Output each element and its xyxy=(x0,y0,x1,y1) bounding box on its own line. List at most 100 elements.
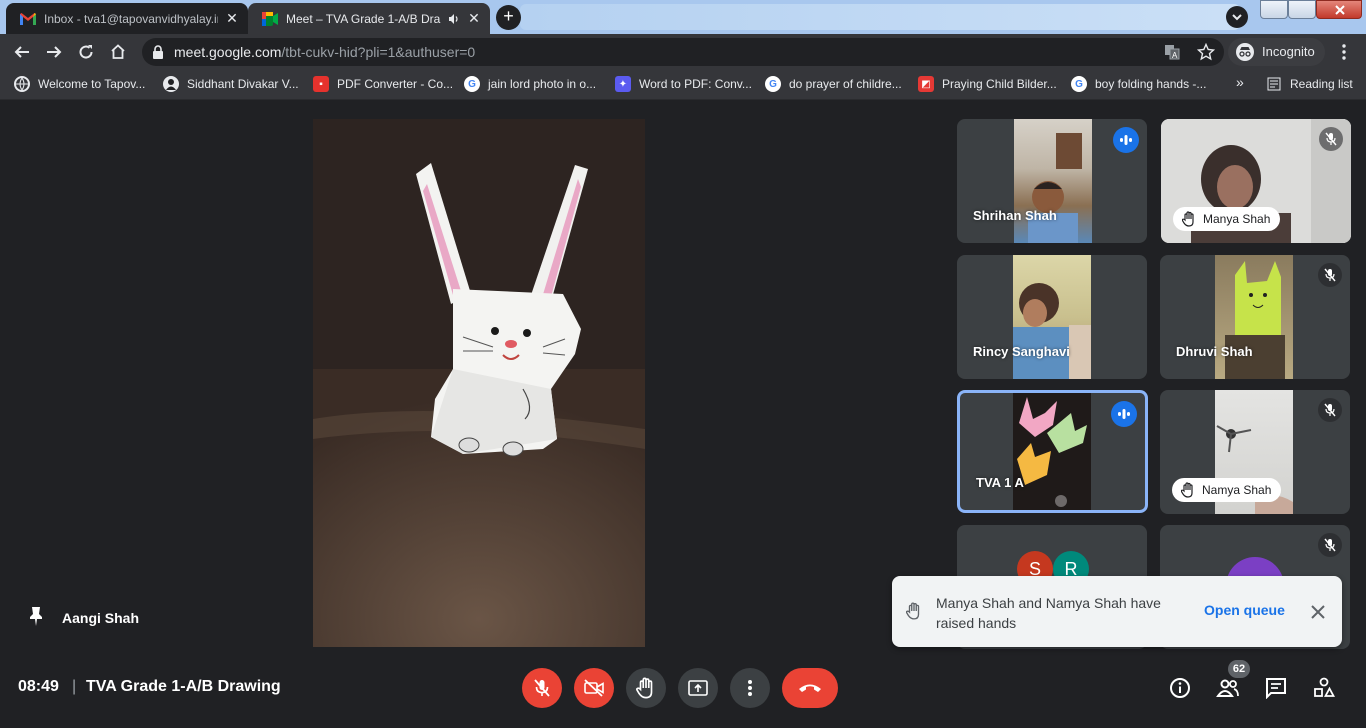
globe-icon xyxy=(14,76,30,92)
tab-search-icon[interactable] xyxy=(1226,6,1248,28)
mic-toggle-button[interactable] xyxy=(522,668,562,708)
people-icon[interactable] xyxy=(1216,676,1240,700)
bookmark-item[interactable]: Siddhant Divakar V... xyxy=(163,76,299,92)
participant-tile[interactable]: Shrihan Shah xyxy=(957,119,1147,243)
participant-name: Manya Shah xyxy=(1203,212,1271,226)
forward-icon[interactable] xyxy=(42,40,66,64)
participant-tile-active[interactable]: TVA 1 A xyxy=(957,390,1148,513)
bookmark-item[interactable]: G boy folding hands -... xyxy=(1071,76,1206,92)
bookmark-label: Word to PDF: Conv... xyxy=(639,77,752,91)
browser-toolbar: meet.google.com/tbt-cukv-hid?pli=1&authu… xyxy=(0,34,1366,69)
new-tab-button[interactable]: + xyxy=(496,5,521,30)
meet-icon xyxy=(262,11,278,27)
bookmark-label: do prayer of childre... xyxy=(789,77,902,91)
bookmark-item[interactable]: ▪ PDF Converter - Co... xyxy=(313,76,453,92)
star-icon[interactable] xyxy=(1196,42,1216,66)
home-icon[interactable] xyxy=(106,40,130,64)
participant-video xyxy=(1013,393,1091,510)
address-bar[interactable]: meet.google.com/tbt-cukv-hid?pli=1&authu… xyxy=(142,38,1224,66)
bookmark-label: boy folding hands -... xyxy=(1095,77,1207,91)
pdf-icon: ▪ xyxy=(313,76,329,92)
bookmark-item[interactable]: Welcome to Tapov... xyxy=(14,76,145,92)
url-path: /tbt-cukv-hid?pli=1&authuser=0 xyxy=(281,44,476,60)
more-bookmarks-button[interactable]: » xyxy=(1236,74,1244,90)
reading-list-button[interactable]: Reading list xyxy=(1266,76,1353,92)
more-vert-icon[interactable] xyxy=(1332,40,1356,64)
participant-name: Namya Shah xyxy=(1202,483,1272,497)
presenter-name: Aangi Shah xyxy=(62,609,140,626)
minimize-button[interactable] xyxy=(1260,0,1288,19)
bookmark-item[interactable]: ◩ Praying Child Bilder... xyxy=(918,76,1057,92)
incognito-button[interactable]: Incognito xyxy=(1228,38,1325,66)
mic-off-icon xyxy=(1318,398,1342,422)
meeting-details-icon[interactable] xyxy=(1168,676,1192,700)
tab-close-icon[interactable]: ✕ xyxy=(224,10,240,27)
end-call-button[interactable] xyxy=(782,668,838,708)
participant-tile[interactable]: Manya Shah xyxy=(1161,119,1351,243)
translate-icon[interactable]: A xyxy=(1164,44,1180,65)
participant-tile[interactable]: Rincy Sanghavi xyxy=(957,255,1147,379)
chat-icon[interactable] xyxy=(1264,676,1288,700)
reload-icon[interactable] xyxy=(74,40,98,64)
raised-hand-icon xyxy=(1180,482,1195,506)
bookmark-item[interactable]: G jain lord photo in o... xyxy=(464,76,596,92)
bookmark-label: Welcome to Tapov... xyxy=(38,77,146,91)
participant-tile[interactable]: Namya Shah xyxy=(1160,390,1350,514)
tab-close-icon[interactable]: ✕ xyxy=(466,10,482,27)
meet-stage: Aangi Shah Shrihan Shah Manya Shah Rincy… xyxy=(0,100,1366,728)
tab-inbox[interactable]: Inbox - tva1@tapovanvidhyalay.in ✕ xyxy=(6,3,248,34)
notification-message: Manya Shah and Namya Shah have raised ha… xyxy=(936,595,1161,631)
participant-name: Dhruvi Shah xyxy=(1176,344,1253,359)
tab-strip: Inbox - tva1@tapovanvidhyalay.in ✕ Meet … xyxy=(0,0,1366,34)
adobe-icon: ◩ xyxy=(918,76,934,92)
close-icon[interactable] xyxy=(1308,602,1328,622)
bookmark-item[interactable]: ✦ Word to PDF: Conv... xyxy=(615,76,752,92)
camera-off-icon xyxy=(584,679,604,697)
reading-list-icon xyxy=(1266,76,1282,92)
lock-icon[interactable] xyxy=(152,45,164,64)
participant-name: TVA 1 A xyxy=(976,475,1024,490)
speaker-icon[interactable] xyxy=(448,13,460,25)
window-close-button[interactable] xyxy=(1316,0,1362,19)
back-icon[interactable] xyxy=(10,40,34,64)
google-icon: G xyxy=(1071,76,1087,92)
bookmark-label: jain lord photo in o... xyxy=(488,77,597,91)
separator: | xyxy=(72,678,77,695)
gmail-icon xyxy=(20,11,36,27)
camera-toggle-button[interactable] xyxy=(574,668,614,708)
raised-hand-icon xyxy=(905,602,922,625)
open-queue-button[interactable]: Open queue xyxy=(1204,602,1285,618)
url-host: meet.google.com xyxy=(174,44,282,60)
participant-video xyxy=(1013,255,1091,379)
hang-up-icon xyxy=(799,684,821,692)
more-vert-icon xyxy=(748,680,752,696)
google-icon: G xyxy=(765,76,781,92)
participant-video xyxy=(1215,255,1293,379)
pin-icon[interactable] xyxy=(28,606,44,629)
speaking-indicator-icon xyxy=(1111,401,1137,427)
mic-off-icon xyxy=(1318,533,1342,557)
participant-name: Shrihan Shah xyxy=(973,208,1057,223)
google-icon: G xyxy=(464,76,480,92)
bookmark-item[interactable]: G do prayer of childre... xyxy=(765,76,902,92)
bookmark-label: PDF Converter - Co... xyxy=(337,77,454,91)
raise-hand-button[interactable] xyxy=(626,668,666,708)
maximize-button[interactable] xyxy=(1288,0,1316,19)
meeting-title: TVA Grade 1-A/B Drawing xyxy=(86,678,281,695)
raised-hand-chip: Manya Shah xyxy=(1173,207,1281,231)
present-screen-button[interactable] xyxy=(678,668,718,708)
raised-hand-icon xyxy=(1181,211,1196,235)
more-options-button[interactable] xyxy=(730,668,770,708)
origami-bunny-image xyxy=(313,119,645,647)
tab-title: Inbox - tva1@tapovanvidhyalay.in xyxy=(44,11,218,26)
tab-title: Meet – TVA Grade 1-A/B Dra xyxy=(286,11,441,26)
meeting-time: 08:49 xyxy=(18,678,59,695)
person-icon xyxy=(163,76,179,92)
tab-meet[interactable]: Meet – TVA Grade 1-A/B Dra ✕ xyxy=(248,3,490,34)
bookmark-label: Praying Child Bilder... xyxy=(942,77,1057,91)
participant-tile[interactable]: Dhruvi Shah xyxy=(1160,255,1350,379)
main-video-feed[interactable] xyxy=(313,119,645,647)
activities-icon[interactable] xyxy=(1312,676,1336,700)
bookmark-label: Siddhant Divakar V... xyxy=(187,77,299,91)
incognito-icon xyxy=(1236,43,1254,61)
